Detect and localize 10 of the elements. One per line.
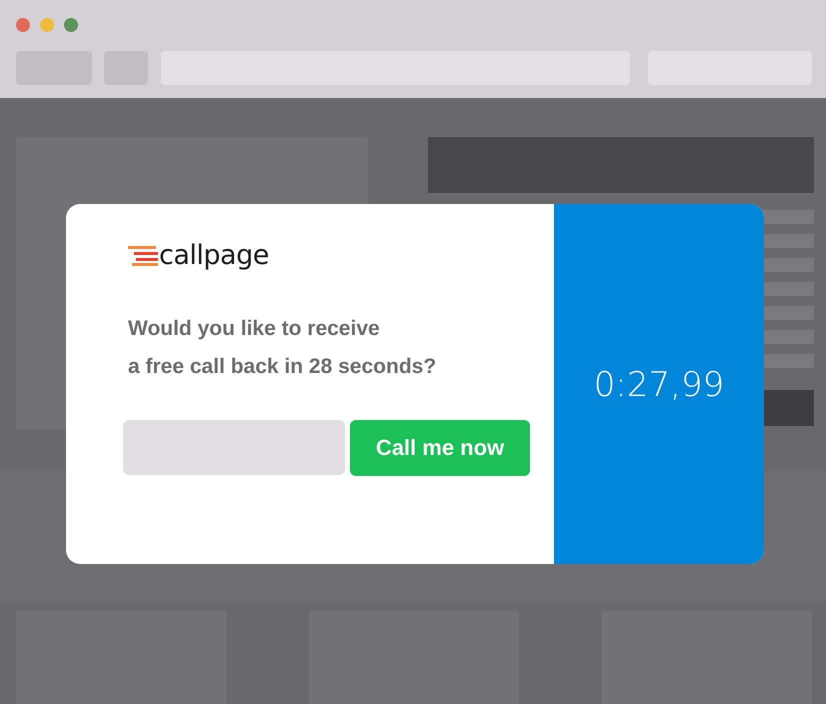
- maximize-icon[interactable]: [64, 18, 78, 32]
- phone-field[interactable]: [123, 420, 345, 475]
- logo-text: callpage: [159, 240, 269, 272]
- countdown-timer: 0:27,99: [594, 365, 724, 405]
- logo-icon: [128, 245, 158, 267]
- close-icon[interactable]: [16, 18, 30, 32]
- question-line: a free call back in 28 seconds?: [128, 354, 436, 380]
- call-me-now-button[interactable]: Call me now: [350, 420, 530, 476]
- question-line: Would you like to receive: [128, 316, 380, 342]
- minimize-icon[interactable]: [40, 18, 54, 32]
